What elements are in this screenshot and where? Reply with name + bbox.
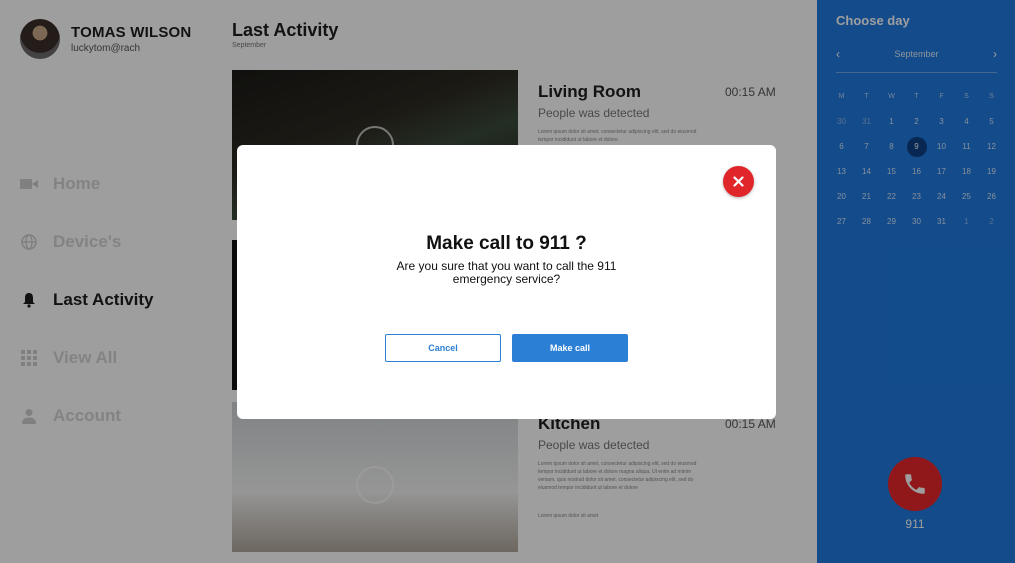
cancel-button[interactable]: Cancel (385, 334, 501, 362)
close-icon (733, 176, 744, 187)
close-button[interactable] (723, 166, 754, 197)
dialog-title: Make call to 911 ? (426, 233, 587, 254)
dialog-message: Are you sure that you want to call the 9… (396, 259, 617, 286)
make-call-button[interactable]: Make call (512, 334, 628, 362)
confirm-call-dialog: Make call to 911 ? Are you sure that you… (237, 145, 776, 419)
